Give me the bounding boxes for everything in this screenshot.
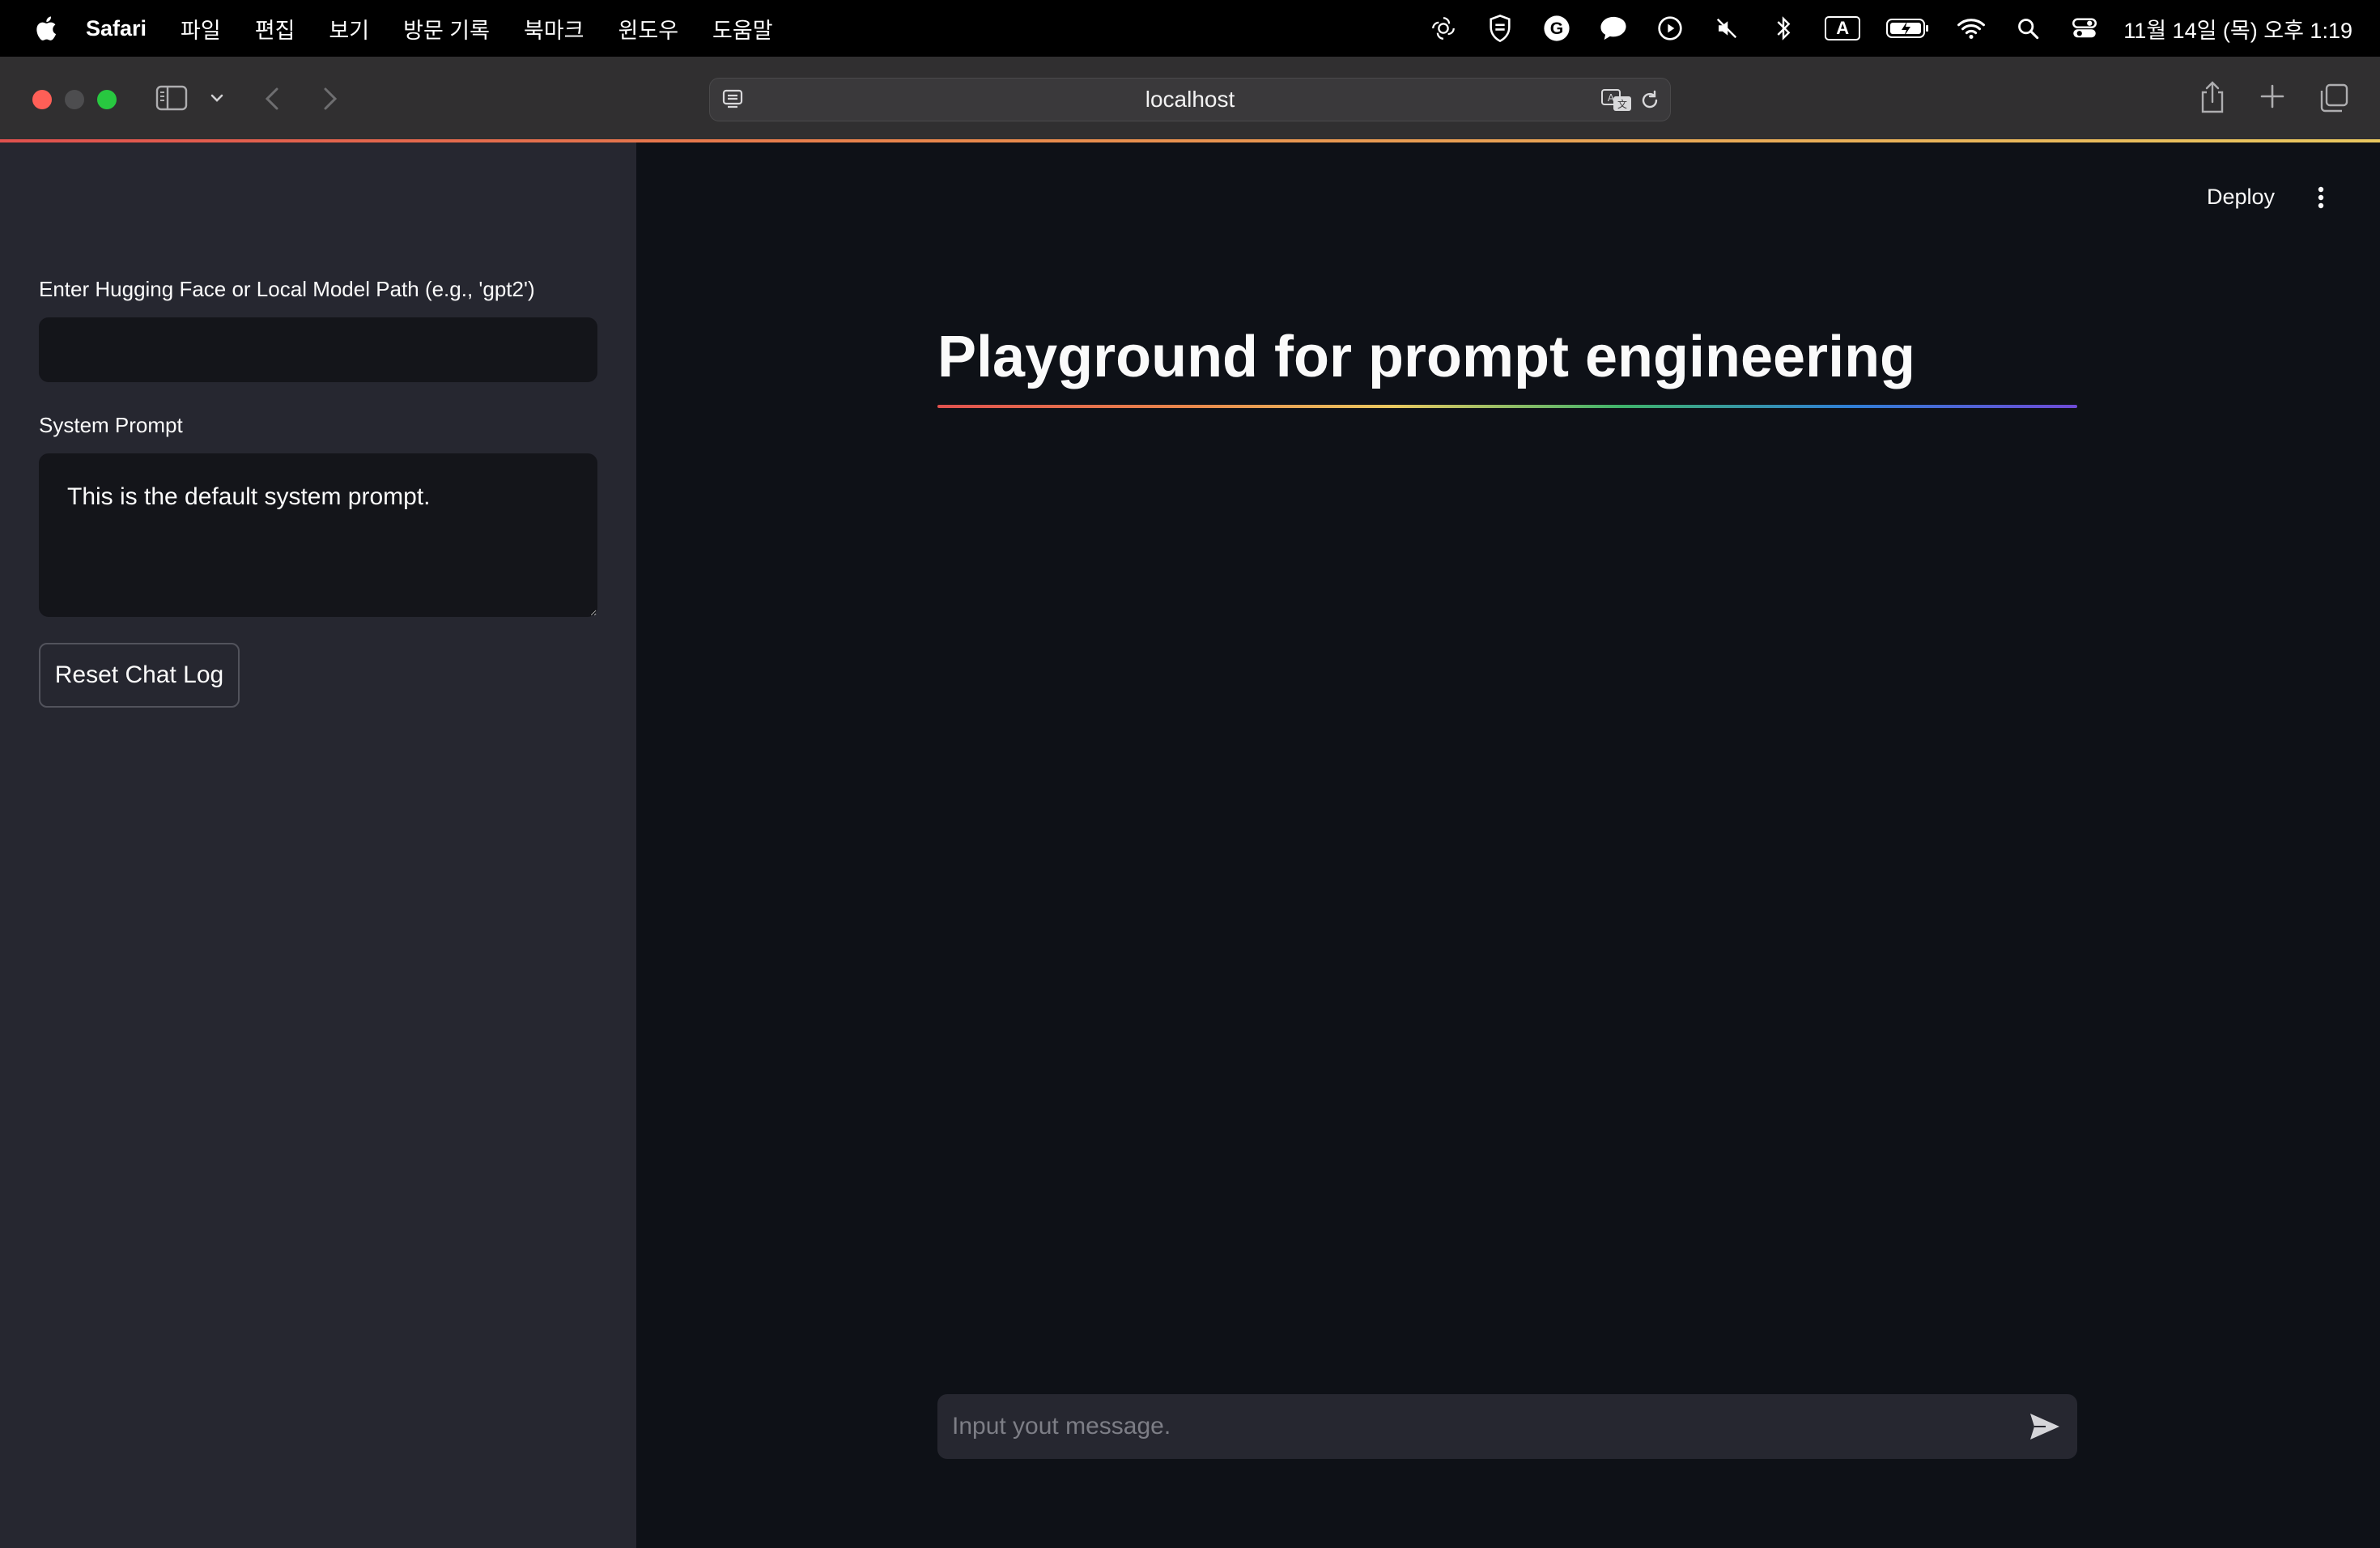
- battery-icon[interactable]: [1885, 12, 1931, 45]
- svg-text:G: G: [1550, 19, 1564, 38]
- new-tab-icon[interactable]: [2259, 83, 2286, 110]
- main-content: Deploy Playground for prompt engineering: [636, 142, 2380, 1548]
- title-divider: [937, 405, 2077, 408]
- browser-toolbar: localhost A文: [0, 57, 2380, 142]
- translate-icon[interactable]: A文: [1600, 87, 1633, 113]
- address-bar[interactable]: localhost A文: [709, 78, 1671, 121]
- chatgpt-icon[interactable]: [1427, 12, 1460, 45]
- grammarly-icon[interactable]: G: [1541, 12, 1573, 45]
- sidebar-toggle-icon[interactable]: [155, 84, 189, 112]
- status-area: G A 11월 14일 (목) 오후 1:19: [1403, 12, 2352, 45]
- menu-help[interactable]: 도움말: [712, 13, 773, 45]
- model-path-label: Enter Hugging Face or Local Model Path (…: [39, 277, 535, 301]
- svg-text:文: 文: [1617, 98, 1627, 110]
- system-prompt-label: System Prompt: [39, 413, 183, 437]
- page-title: Playground for prompt engineering: [937, 325, 1916, 389]
- minimize-window-button[interactable]: [65, 90, 84, 109]
- url-text[interactable]: localhost: [1145, 87, 1235, 113]
- menu-bar: Safari 파일 편집 보기 방문 기록 북마크 윈도우 도움말 G A 11…: [0, 0, 2380, 57]
- close-window-button[interactable]: [32, 90, 52, 109]
- forward-icon[interactable]: [319, 84, 342, 113]
- menu-bookmarks[interactable]: 북마크: [524, 13, 584, 45]
- menu-edit[interactable]: 편집: [255, 13, 295, 45]
- apple-logo-icon[interactable]: [32, 15, 58, 42]
- input-source-label: A: [1825, 16, 1861, 40]
- menu-clock[interactable]: 11월 14일 (목) 오후 1:19: [2123, 13, 2352, 45]
- back-icon[interactable]: [261, 84, 283, 113]
- menu-window[interactable]: 윈도우: [618, 13, 679, 45]
- wifi-icon[interactable]: [1955, 12, 1987, 45]
- input-source-icon[interactable]: A: [1824, 12, 1861, 45]
- spotlight-icon[interactable]: [2012, 12, 2044, 45]
- main-menu-icon[interactable]: [2309, 183, 2333, 212]
- chat-message-input[interactable]: [937, 1394, 2012, 1459]
- shield-icon[interactable]: [1484, 12, 1516, 45]
- tab-overview-icon[interactable]: [2318, 83, 2349, 113]
- menu-history[interactable]: 방문 기록: [403, 13, 490, 45]
- model-path-input[interactable]: [39, 317, 597, 382]
- mute-icon[interactable]: [1711, 12, 1743, 45]
- bluetooth-icon[interactable]: [1767, 12, 1800, 45]
- play-icon[interactable]: [1654, 12, 1686, 45]
- chat-bubble-icon[interactable]: [1597, 12, 1630, 45]
- share-icon[interactable]: [2199, 79, 2226, 115]
- deploy-button[interactable]: Deploy: [2207, 185, 2275, 210]
- menu-app-name[interactable]: Safari: [86, 16, 147, 41]
- reset-chat-log-button[interactable]: Reset Chat Log: [39, 643, 240, 708]
- zoom-window-button[interactable]: [97, 90, 117, 109]
- sidebar: Enter Hugging Face or Local Model Path (…: [0, 142, 636, 1548]
- control-center-icon[interactable]: [2068, 12, 2101, 45]
- menu-file[interactable]: 파일: [181, 13, 221, 45]
- page-menu-icon[interactable]: [721, 87, 746, 112]
- system-prompt-textarea[interactable]: This is the default system prompt.: [39, 453, 597, 617]
- chevron-down-icon[interactable]: [209, 89, 225, 107]
- chat-input-container: [937, 1394, 2077, 1459]
- app-menus: Safari 파일 편집 보기 방문 기록 북마크 윈도우 도움말: [86, 13, 807, 45]
- window-controls: [32, 90, 130, 109]
- menu-view[interactable]: 보기: [329, 13, 369, 45]
- reload-icon[interactable]: [1638, 88, 1662, 113]
- send-icon[interactable]: [2012, 1394, 2077, 1459]
